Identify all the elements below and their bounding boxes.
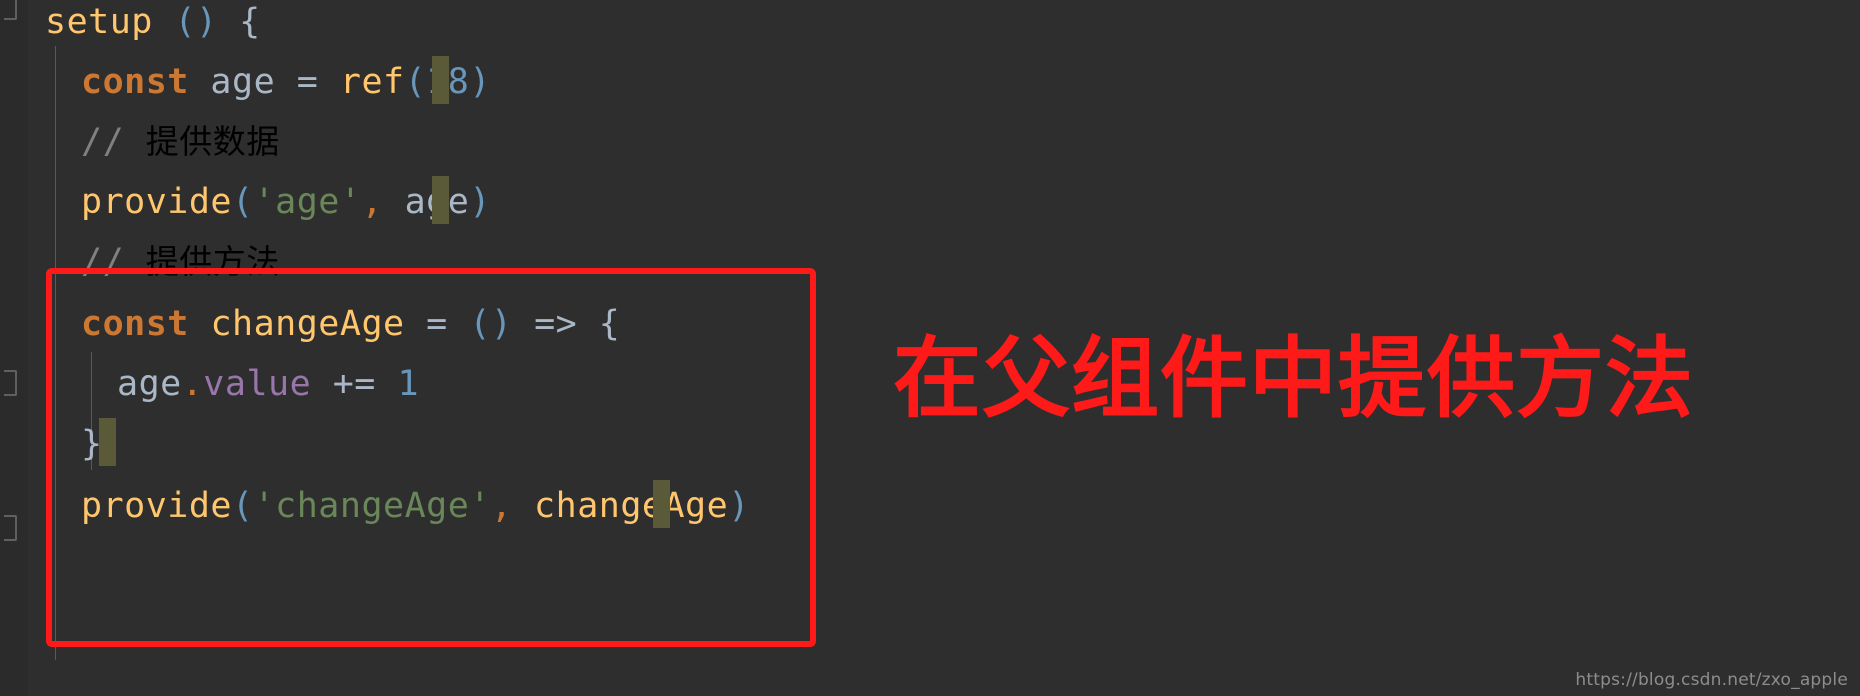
code-token: setup [45, 2, 153, 42]
code-token: provide [81, 182, 233, 222]
annotation-text: 在父组件中提供方法 [893, 327, 1695, 430]
code-token: changeAge [534, 486, 729, 526]
line-close-brace[interactable]: } [0, 414, 103, 474]
line-provide-age[interactable]: provide('age', age) [0, 172, 491, 232]
code-token: () [174, 2, 218, 42]
code-editor[interactable]: setup () {const age = ref(18)// 提供数据prov… [0, 0, 1860, 696]
code-token: = [426, 304, 448, 344]
code-token: age [383, 182, 470, 222]
code-token: // [81, 242, 146, 282]
line-age-value[interactable]: age.value += 1 [0, 354, 419, 414]
line-setup[interactable]: setup () { [0, 0, 261, 52]
code-token: { [239, 2, 261, 42]
code-token: . [181, 364, 204, 404]
code-token: const [81, 304, 189, 344]
code-token: provide [81, 486, 233, 526]
code-token: = [296, 62, 319, 102]
line-comment-method[interactable]: // 提供方法 [0, 232, 280, 292]
code-token: , [490, 486, 513, 526]
code-token: age [117, 364, 182, 404]
code-token: ) [469, 182, 491, 222]
code-token: 1 [397, 364, 420, 404]
code-token: 'age' [253, 182, 362, 222]
code-token: value [203, 364, 312, 404]
code-token: () [469, 304, 513, 344]
line-const-age[interactable]: const age = ref(18) [0, 52, 491, 112]
code-token: ) [728, 486, 750, 526]
code-token: ( [232, 486, 254, 526]
missing-semicolon-marker [653, 480, 670, 528]
missing-semicolon-marker [99, 418, 116, 466]
code-token: ( [404, 62, 427, 102]
watermark: https://blog.csdn.net/zxo_apple [1575, 670, 1848, 690]
code-token: // [81, 122, 146, 162]
code-token: ( [232, 182, 254, 222]
missing-semicolon-marker [432, 56, 449, 104]
line-provide-changeage[interactable]: provide('changeAge', changeAge) [0, 476, 750, 536]
code-token: 提供数据 [145, 122, 280, 161]
code-token: { [598, 304, 621, 344]
line-const-changeage[interactable]: const changeAge = () => { [0, 294, 620, 354]
code-token: , [361, 182, 384, 222]
missing-semicolon-marker [432, 176, 449, 224]
line-comment-data[interactable]: // 提供数据 [0, 112, 280, 172]
code-token: 提供方法 [145, 242, 280, 281]
code-token: ) [469, 62, 491, 102]
code-token: += [332, 364, 376, 404]
code-token: => [534, 304, 578, 344]
code-token: changeAge [210, 304, 405, 344]
code-token: ref [339, 62, 405, 102]
code-token: age [188, 62, 297, 102]
code-token: 'changeAge' [253, 486, 491, 526]
code-token: const [81, 62, 189, 102]
